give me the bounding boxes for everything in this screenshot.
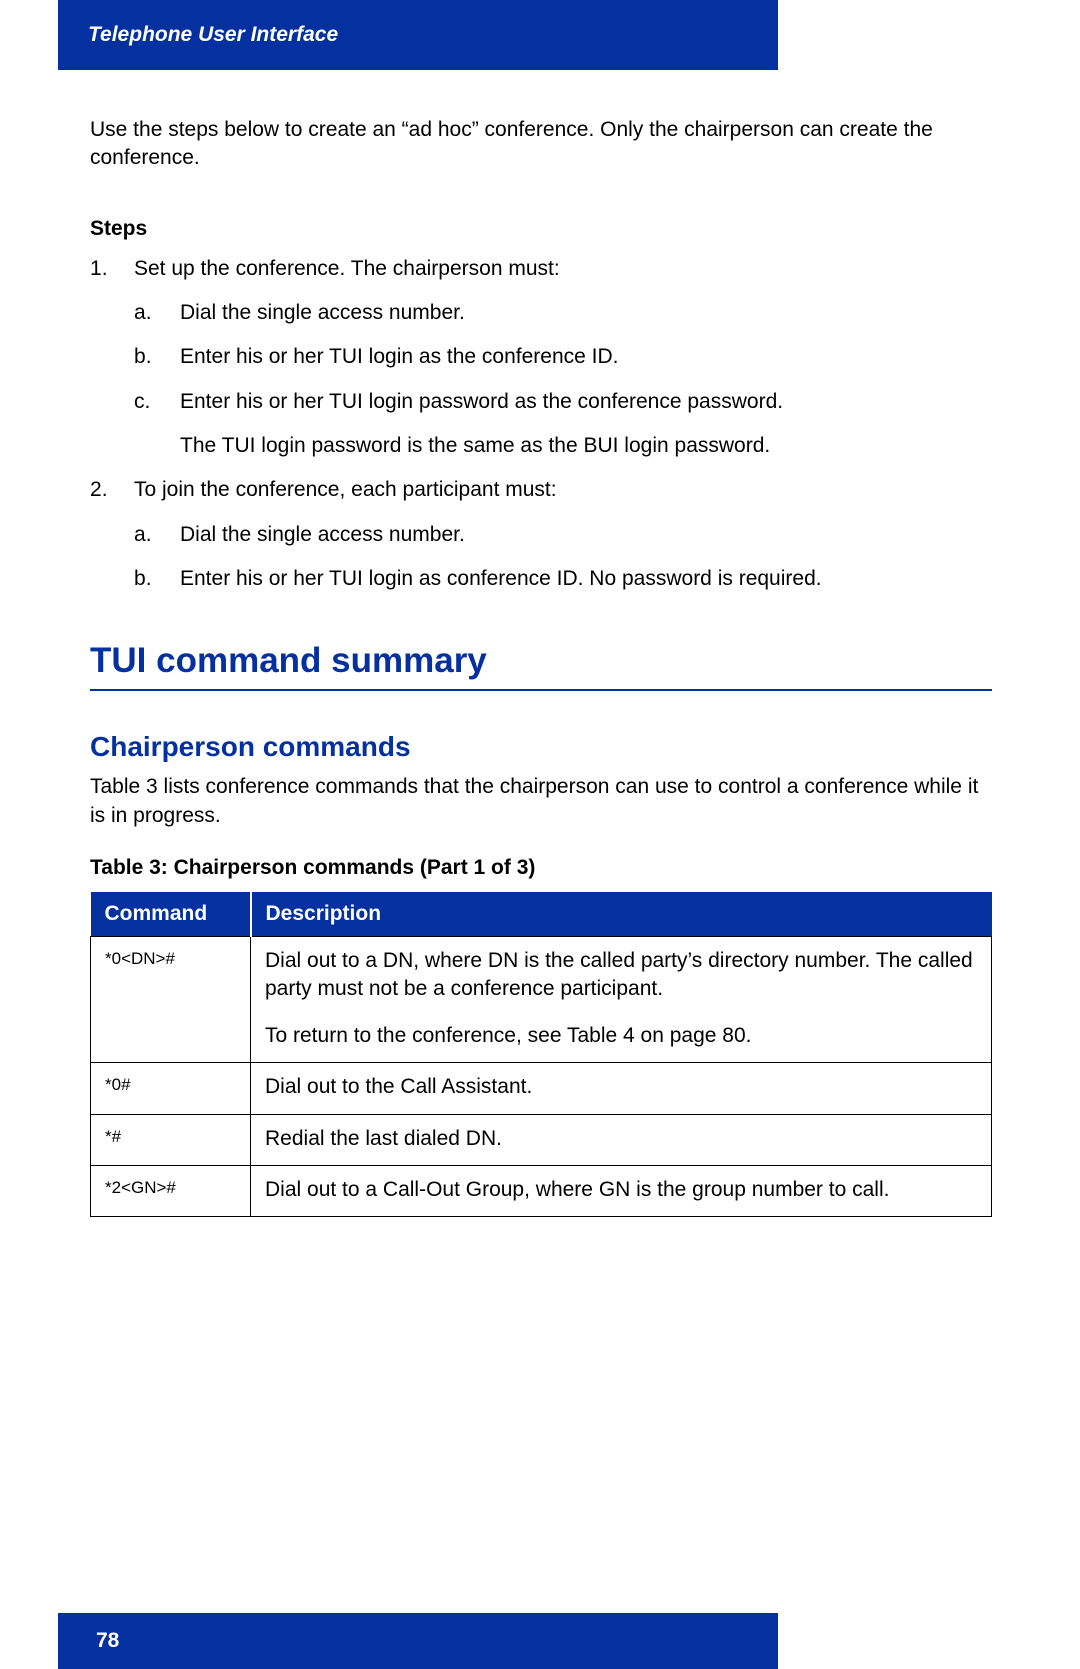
command-cell: *0# bbox=[91, 1063, 251, 1114]
steps-list: Set up the conference. The chairperson m… bbox=[90, 255, 992, 594]
command-cell: *0<DN># bbox=[91, 937, 251, 1063]
page-content: Use the steps below to create an “ad hoc… bbox=[90, 116, 992, 1217]
page-footer: 78 bbox=[58, 1613, 778, 1669]
table-row: *# Redial the last dialed DN. bbox=[91, 1114, 992, 1165]
table-caption: Table 3: Chairperson commands (Part 1 of… bbox=[90, 856, 992, 880]
table-row: *0<DN># Dial out to a DN, where DN is th… bbox=[91, 937, 992, 1063]
step-note: The TUI login password is the same as th… bbox=[134, 432, 992, 460]
substep-item: Enter his or her TUI login password as t… bbox=[134, 388, 992, 416]
section-heading: TUI command summary bbox=[90, 641, 992, 691]
description-cell: Dial out to a Call-Out Group, where GN i… bbox=[251, 1165, 992, 1216]
substeps-list: Dial the single access number. Enter his… bbox=[134, 521, 992, 594]
substeps-list: Dial the single access number. Enter his… bbox=[134, 299, 992, 416]
table-header-description: Description bbox=[251, 892, 992, 937]
substep-item: Enter his or her TUI login as the confer… bbox=[134, 343, 992, 371]
step-item: Set up the conference. The chairperson m… bbox=[90, 255, 992, 461]
description-cell: Dial out to the Call Assistant. bbox=[251, 1063, 992, 1114]
running-header: Telephone User Interface bbox=[58, 0, 778, 70]
description-text-2: To return to the conference, see Table 4… bbox=[265, 1022, 977, 1050]
commands-table: Command Description *0<DN># Dial out to … bbox=[90, 892, 992, 1217]
description-cell: Dial out to a DN, where DN is the called… bbox=[251, 937, 992, 1063]
page-number: 78 bbox=[96, 1629, 119, 1653]
steps-heading: Steps bbox=[90, 217, 992, 241]
description-cell: Redial the last dialed DN. bbox=[251, 1114, 992, 1165]
subsection-heading: Chairperson commands bbox=[90, 731, 992, 763]
table-header-command: Command bbox=[91, 892, 251, 937]
intro-paragraph: Use the steps below to create an “ad hoc… bbox=[90, 116, 992, 173]
step-text: To join the conference, each participant… bbox=[134, 478, 557, 501]
substep-item: Dial the single access number. bbox=[134, 521, 992, 549]
step-item: To join the conference, each participant… bbox=[90, 476, 992, 593]
table-header-row: Command Description bbox=[91, 892, 992, 937]
table-row: *0# Dial out to the Call Assistant. bbox=[91, 1063, 992, 1114]
description-text: Dial out to a DN, where DN is the called… bbox=[265, 947, 977, 1004]
running-header-text: Telephone User Interface bbox=[88, 23, 338, 47]
substep-item: Dial the single access number. bbox=[134, 299, 992, 327]
substep-item: Enter his or her TUI login as conference… bbox=[134, 565, 992, 593]
step-text: Set up the conference. The chairperson m… bbox=[134, 257, 560, 280]
command-cell: *2<GN># bbox=[91, 1165, 251, 1216]
command-cell: *# bbox=[91, 1114, 251, 1165]
table-row: *2<GN># Dial out to a Call-Out Group, wh… bbox=[91, 1165, 992, 1216]
subsection-intro: Table 3 lists conference commands that t… bbox=[90, 773, 992, 830]
